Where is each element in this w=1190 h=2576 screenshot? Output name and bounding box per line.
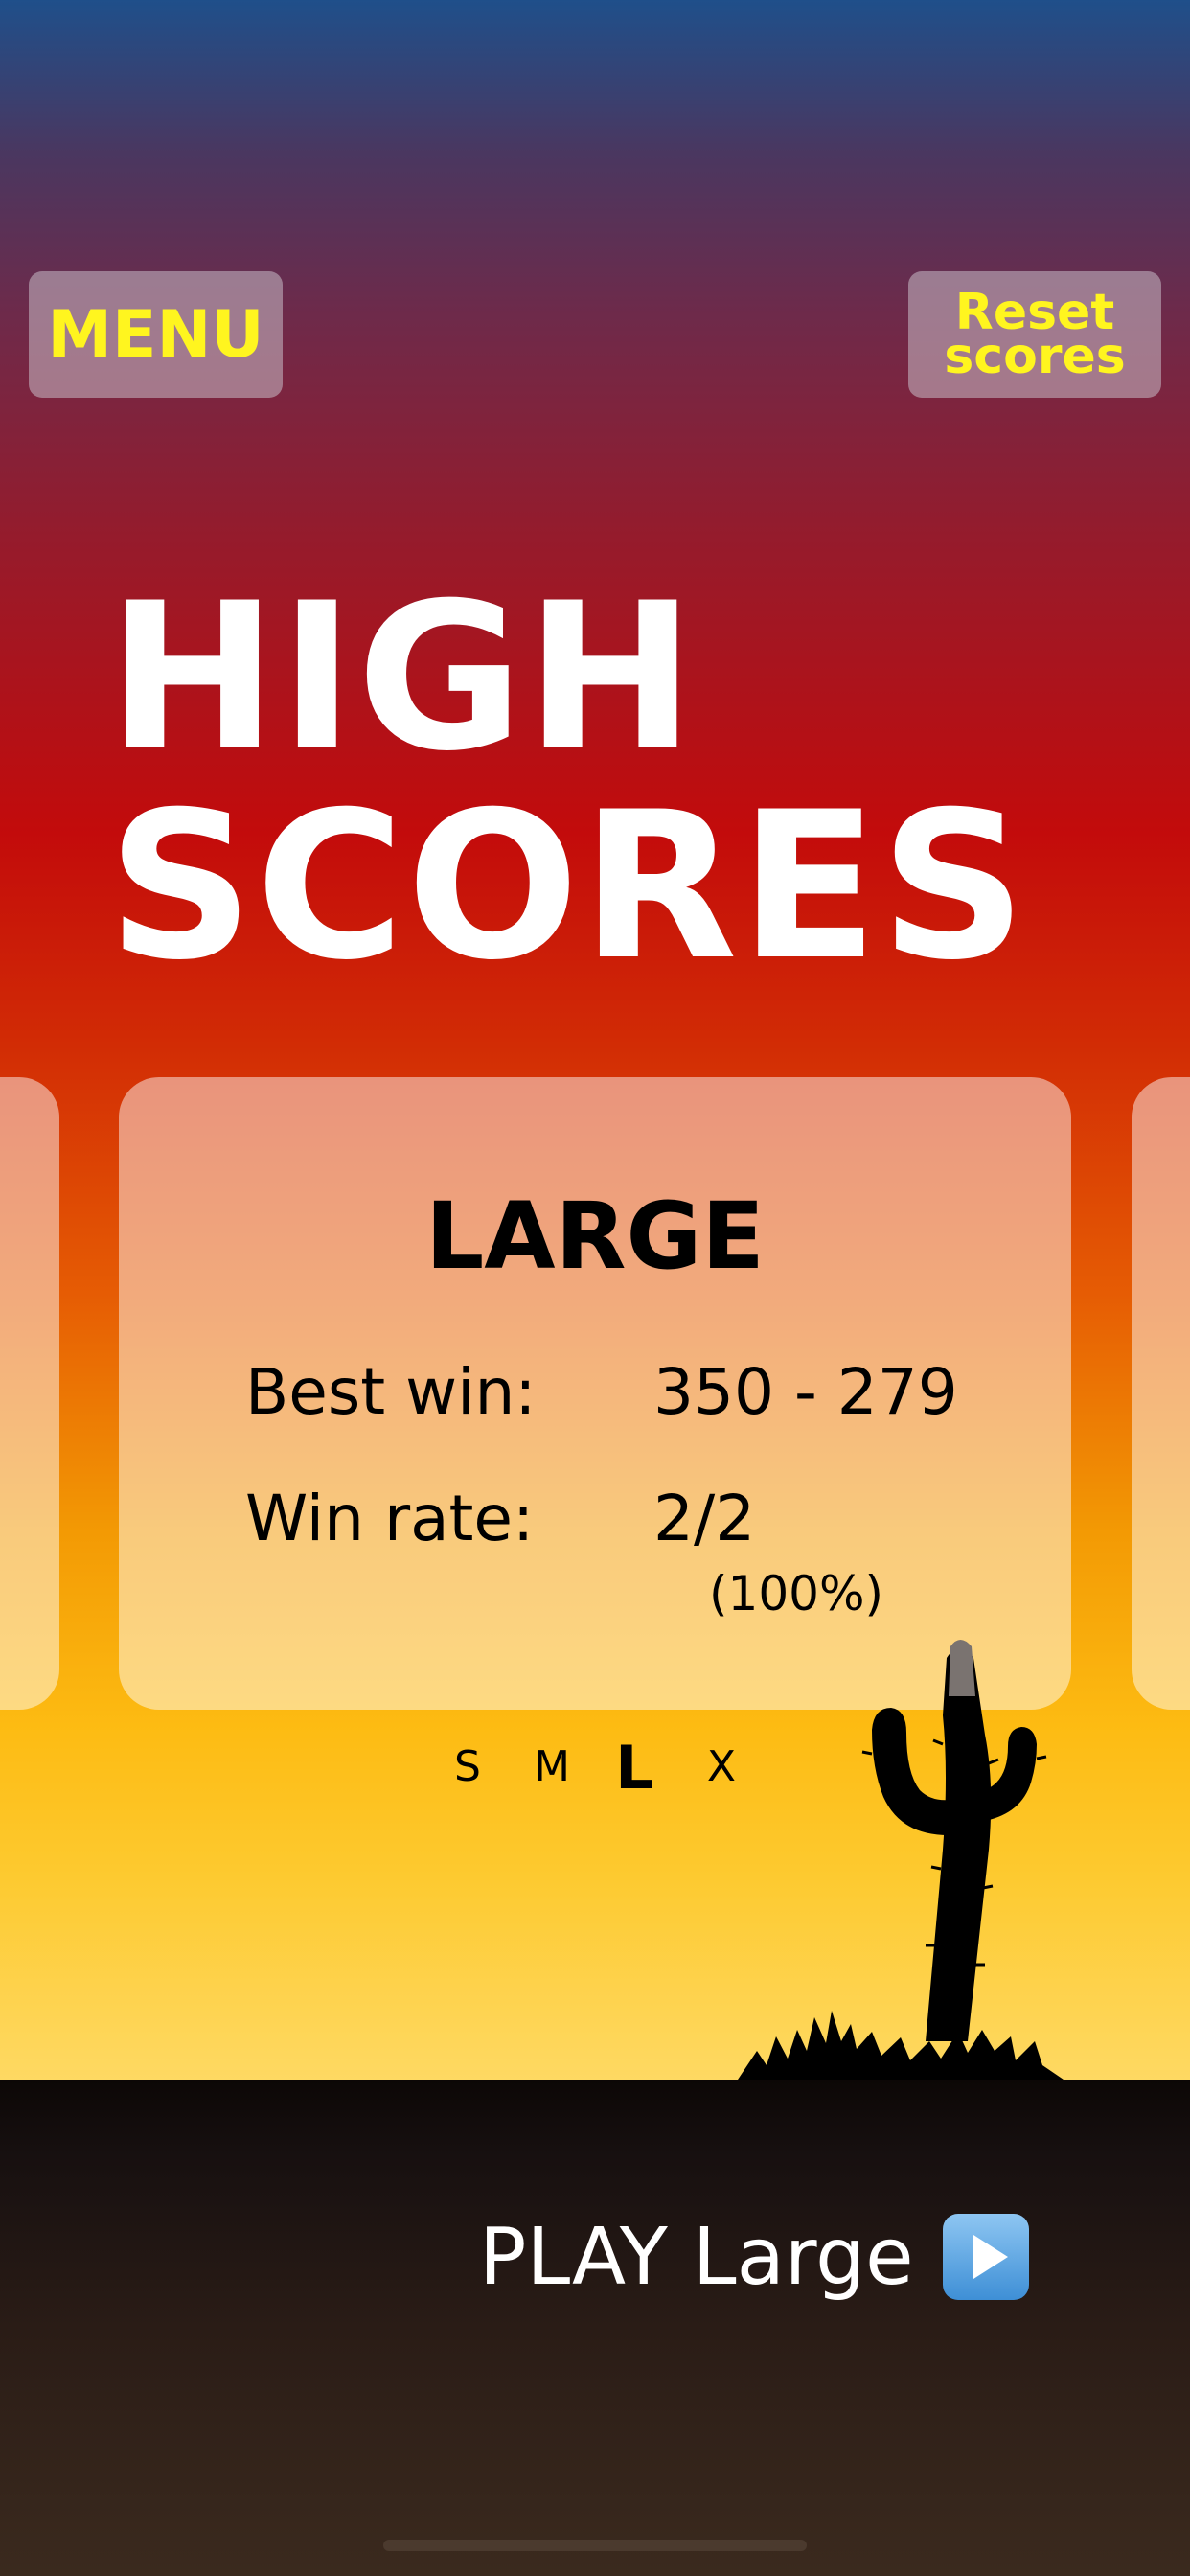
high-scores-screen: MENU Reset scores HIGH SCORES LARGE Best… (0, 0, 1190, 2576)
reset-scores-button[interactable]: Reset scores (908, 271, 1161, 398)
scorecard-title: LARGE (425, 1183, 765, 1290)
home-indicator[interactable] (383, 2540, 807, 2551)
win-rate-label: Win rate: (245, 1482, 535, 1555)
scorecard-large: LARGE Best win: 350 - 279 Win rate: 2/2 … (119, 1077, 1071, 1710)
scorecard-xlarge-peek[interactable] (1132, 1077, 1190, 1710)
best-win-value: 350 - 279 (653, 1355, 958, 1429)
size-option-m[interactable]: M (534, 1742, 570, 1791)
win-rate-percent: (100%) (709, 1566, 883, 1622)
size-option-x[interactable]: X (707, 1742, 736, 1791)
play-large-button[interactable]: PLAY Large (479, 2204, 1029, 2310)
best-win-label: Best win: (245, 1355, 537, 1429)
cactus-silhouette-icon (738, 1640, 1064, 2080)
page-title-line1: HIGH (107, 559, 698, 795)
menu-button[interactable]: MENU (29, 271, 283, 398)
play-button-icon (942, 2214, 1029, 2300)
play-label: PLAY Large (479, 2211, 914, 2303)
ground-background (0, 2080, 1190, 2576)
scorecard-medium-peek[interactable] (0, 1077, 59, 1710)
page-title-line2: SCORES (107, 768, 1029, 1004)
win-rate-value: 2/2 (653, 1482, 756, 1555)
page-title: HIGH SCORES (107, 573, 1028, 991)
size-option-s[interactable]: S (454, 1742, 481, 1791)
size-option-l[interactable]: L (615, 1733, 653, 1803)
